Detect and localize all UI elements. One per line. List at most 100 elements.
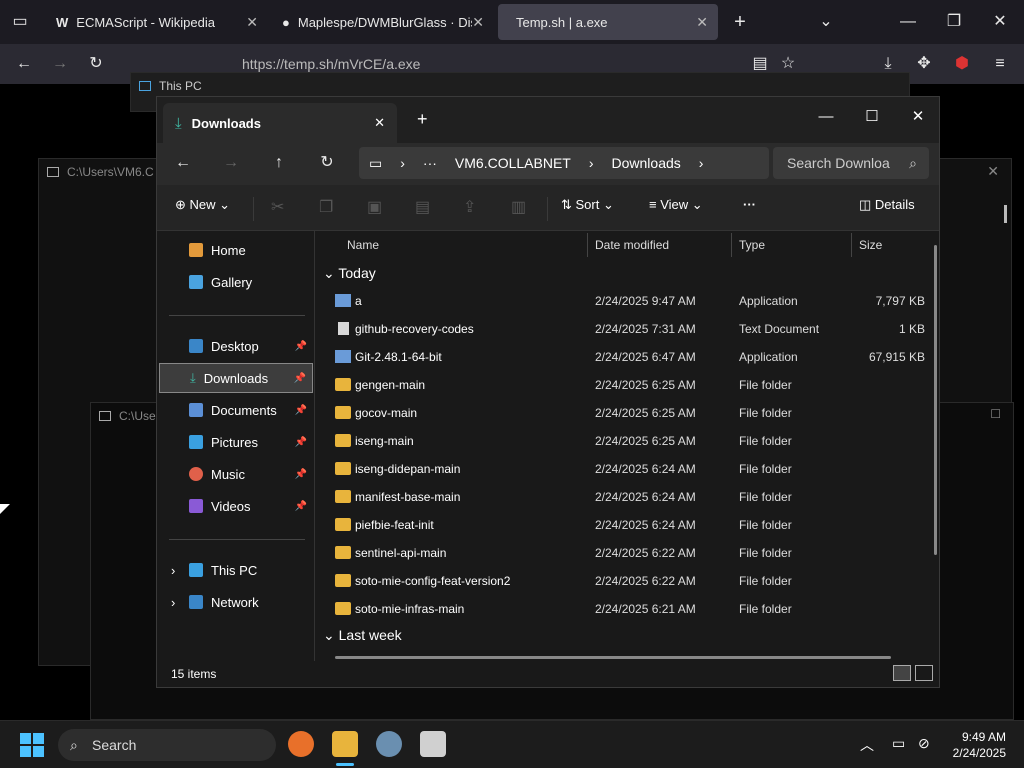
table-row[interactable]: soto-mie-config-feat-version2 2/24/2025 6…: [317, 567, 927, 595]
close-icon[interactable]: ✕: [895, 103, 941, 131]
group-header-today[interactable]: ⌄ Today: [323, 265, 376, 282]
pin-icon[interactable]: 📌: [295, 405, 307, 416]
table-row[interactable]: sentinel-api-main 2/24/2025 6:22 AM File f…: [317, 539, 927, 567]
tab-ecmascript[interactable]: W ECMAScript - Wikipedia ✕: [46, 4, 268, 40]
more-options-button[interactable]: ···: [743, 197, 756, 212]
forward-icon[interactable]: →: [219, 153, 243, 173]
share-icon[interactable]: ⇪: [463, 197, 476, 217]
maximize-icon[interactable]: ❐: [942, 12, 966, 32]
vertical-scrollbar[interactable]: [934, 245, 937, 555]
refresh-icon[interactable]: ↻: [315, 153, 339, 173]
table-row[interactable]: iseng-main 2/24/2025 6:25 AM File folder: [317, 427, 927, 455]
bookmark-star-icon[interactable]: ☆: [776, 54, 800, 74]
chevron-up-icon[interactable]: ︿: [860, 735, 874, 755]
close-icon[interactable]: ✕: [987, 163, 999, 180]
up-icon[interactable]: ↑: [267, 153, 291, 173]
divider[interactable]: [587, 233, 588, 257]
chevron-right-icon[interactable]: ›: [171, 595, 175, 610]
column-header-size[interactable]: Size: [859, 231, 882, 259]
network-status-icon[interactable]: ▭: [892, 735, 905, 752]
back-icon[interactable]: ←: [171, 153, 195, 173]
pin-icon[interactable]: 📌: [295, 501, 307, 512]
settings-gear-icon[interactable]: [376, 731, 402, 757]
terminal-icon[interactable]: [420, 731, 446, 757]
delete-icon[interactable]: ▥: [511, 197, 526, 217]
table-row[interactable]: gocov-main 2/24/2025 6:25 AM File folder: [317, 399, 927, 427]
close-tab-icon[interactable]: ✕: [696, 14, 708, 31]
nav-pictures[interactable]: Pictures 📌: [159, 427, 313, 457]
sort-button[interactable]: ⇅ Sort ⌄: [561, 197, 614, 213]
horizontal-scrollbar[interactable]: [335, 656, 891, 659]
divider[interactable]: [731, 233, 732, 257]
table-row[interactable]: gengen-main 2/24/2025 6:25 AM File folder: [317, 371, 927, 399]
pin-icon[interactable]: 📌: [295, 341, 307, 352]
table-row[interactable]: iseng-didepan-main 2/24/2025 6:24 AM File …: [317, 455, 927, 483]
start-icon[interactable]: [20, 733, 44, 757]
clock[interactable]: 9:49 AM 2/24/2025: [953, 729, 1006, 761]
details-view-icon[interactable]: [893, 665, 911, 681]
tab-dwmblurglass[interactable]: ● Maplespe/DWMBlurGlass · Disc ✕: [272, 4, 494, 40]
new-tab-icon[interactable]: +: [417, 109, 428, 130]
minimize-icon[interactable]: —: [896, 12, 920, 32]
nav-this-pc[interactable]: › This PC: [159, 555, 313, 585]
table-row[interactable]: piefbie-feat-init 2/24/2025 6:24 AM File f…: [317, 511, 927, 539]
table-row[interactable]: soto-mie-infras-main 2/24/2025 6:21 AM Fil…: [317, 595, 927, 623]
divider[interactable]: [851, 233, 852, 257]
downloads-icon[interactable]: ⤓: [876, 54, 900, 74]
tab-overview-icon[interactable]: ▭: [8, 12, 32, 32]
reload-icon[interactable]: ↻: [84, 54, 108, 74]
rename-icon[interactable]: ▤: [415, 197, 430, 217]
back-icon[interactable]: ←: [12, 54, 36, 74]
breadcrumb-vm6[interactable]: VM6.COLLABNET: [455, 155, 571, 171]
firefox-icon[interactable]: [288, 731, 314, 757]
nav-network[interactable]: › Network: [159, 587, 313, 617]
cut-icon[interactable]: ✂: [271, 197, 284, 217]
column-header-type[interactable]: Type: [739, 231, 765, 259]
paste-icon[interactable]: ▣: [367, 197, 382, 217]
minimize-icon[interactable]: —: [803, 103, 849, 131]
breadcrumb-downloads[interactable]: Downloads: [612, 155, 681, 171]
tiles-view-icon[interactable]: [915, 665, 933, 681]
volume-muted-icon[interactable]: ⊘: [918, 735, 930, 752]
view-button[interactable]: ≡ View ⌄: [649, 197, 703, 213]
maximize-icon[interactable]: ☐: [849, 103, 895, 131]
file-explorer-icon[interactable]: [332, 731, 358, 757]
maximize-icon[interactable]: ☐: [990, 407, 1001, 421]
details-button[interactable]: ◫ Details: [859, 197, 915, 213]
pin-icon[interactable]: 📌: [294, 373, 306, 384]
nav-documents[interactable]: Documents 📌: [159, 395, 313, 425]
group-header-last-week[interactable]: ⌄ Last week: [323, 627, 402, 644]
new-button[interactable]: ⊕ New ⌄: [175, 197, 230, 213]
table-row[interactable]: a 2/24/2025 9:47 AM Application 7,797 KB: [317, 287, 927, 315]
scrollbar[interactable]: [1004, 205, 1007, 223]
table-row[interactable]: manifest-base-main 2/24/2025 6:24 AM File …: [317, 483, 927, 511]
extensions-icon[interactable]: ✥: [912, 54, 936, 74]
nav-music[interactable]: Music 📌: [159, 459, 313, 489]
chevron-right-icon[interactable]: ›: [171, 563, 175, 578]
nav-downloads[interactable]: ⤓ Downloads 📌: [159, 363, 313, 393]
more-locations-icon[interactable]: ···: [423, 155, 437, 171]
tab-temp-sh[interactable]: Temp.sh | a.exe ✕: [498, 4, 718, 40]
copy-icon[interactable]: ❐: [319, 197, 333, 217]
new-tab-icon[interactable]: +: [728, 12, 752, 32]
reader-view-icon[interactable]: ▤: [748, 54, 772, 74]
ublock-icon[interactable]: ⬢: [950, 54, 974, 74]
menu-icon[interactable]: ≡: [988, 54, 1012, 74]
list-tabs-icon[interactable]: ⌄: [814, 12, 838, 32]
close-icon[interactable]: ✕: [988, 12, 1012, 32]
taskbar-search[interactable]: ⌕ Search: [58, 729, 276, 761]
close-tab-icon[interactable]: ✕: [472, 14, 484, 31]
explorer-tab-downloads[interactable]: ⤓ Downloads ✕: [163, 103, 397, 143]
close-tab-icon[interactable]: ✕: [246, 14, 258, 31]
nav-gallery[interactable]: Gallery: [159, 267, 313, 297]
address-box[interactable]: ▭ › ··· VM6.COLLABNET › Downloads ›: [359, 147, 769, 179]
nav-desktop[interactable]: Desktop 📌: [159, 331, 313, 361]
pin-icon[interactable]: 📌: [295, 437, 307, 448]
search-input[interactable]: Search Downloa ⌕: [773, 147, 929, 179]
close-tab-icon[interactable]: ✕: [374, 115, 385, 131]
table-row[interactable]: github-recovery-codes 2/24/2025 7:31 AM Te…: [317, 315, 927, 343]
column-header-name[interactable]: Name: [347, 231, 379, 259]
column-header-date[interactable]: Date modified: [595, 231, 669, 259]
table-row[interactable]: Git-2.48.1-64-bit 2/24/2025 6:47 AM Applic…: [317, 343, 927, 371]
forward-icon[interactable]: →: [48, 54, 72, 74]
